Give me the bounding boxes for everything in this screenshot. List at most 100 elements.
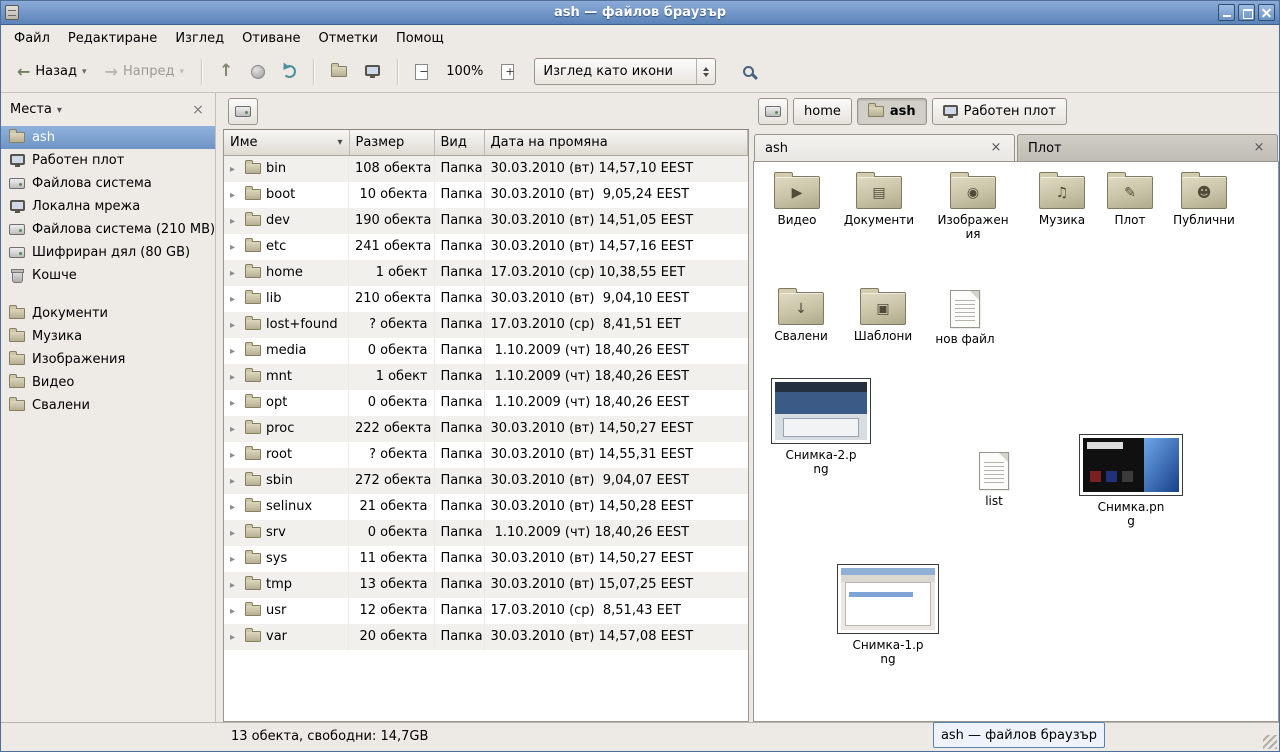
tree-row[interactable]: usr 12 обекта Папка 17.03.2010 (ср) 8,51… — [224, 598, 748, 624]
expander-icon[interactable] — [230, 473, 240, 488]
zoom-in-button[interactable] — [493, 56, 522, 88]
tree-row[interactable]: boot 10 обекта Папка 30.03.2010 (вт) 9,0… — [224, 182, 748, 208]
home-button[interactable] — [323, 56, 355, 88]
tree-row[interactable]: sys 11 обекта Папка 30.03.2010 (вт) 14,5… — [224, 546, 748, 572]
expander-icon[interactable] — [230, 343, 240, 358]
forward-button[interactable]: Напред ▾ — [97, 56, 192, 88]
sidebar-item-documents[interactable]: Документи — [1, 302, 215, 325]
pathbar-root-button[interactable] — [228, 98, 258, 125]
expander-icon[interactable] — [230, 369, 240, 384]
expander-icon[interactable] — [230, 265, 240, 280]
sidebar-item-trash[interactable]: Кошче — [1, 264, 215, 287]
view-mode-select[interactable]: Изглед като икони — [534, 58, 716, 85]
expander-icon[interactable] — [230, 603, 240, 618]
expander-icon[interactable] — [230, 577, 240, 592]
up-button[interactable] — [211, 56, 241, 88]
column-header-size[interactable]: Размер — [349, 130, 434, 155]
path-button-home[interactable]: home — [793, 98, 852, 125]
pathbar-filesystem-button[interactable] — [758, 98, 788, 125]
tab-close-button[interactable] — [1251, 140, 1267, 156]
tree-view[interactable]: Име Размер Вид Дата на промяна bin — [223, 129, 749, 722]
menu-help[interactable]: Помощ — [387, 28, 453, 49]
minimize-button[interactable] — [1218, 4, 1235, 21]
file-item-music[interactable]: ♫ Музика — [1030, 174, 1094, 227]
column-header-type[interactable]: Вид — [434, 130, 484, 155]
tree-row[interactable]: home 1 обект Папка 17.03.2010 (ср) 10,38… — [224, 260, 748, 286]
combo-spinner-icon[interactable] — [696, 59, 715, 84]
places-dropdown-icon[interactable] — [57, 102, 62, 117]
expander-icon[interactable] — [230, 239, 240, 254]
menu-bookmarks[interactable]: Отметки — [309, 28, 386, 49]
expander-icon[interactable] — [230, 395, 240, 410]
close-button[interactable] — [1258, 4, 1275, 21]
resize-grip[interactable] — [1263, 735, 1277, 749]
sidebar-item-ash[interactable]: ash — [1, 126, 215, 149]
computer-button[interactable] — [357, 56, 388, 88]
tree-row[interactable]: dev 190 обекта Папка 30.03.2010 (вт) 14,… — [224, 208, 748, 234]
sidebar-item-encrypted-80gb[interactable]: Шифриран дял (80 GB) — [1, 241, 215, 264]
maximize-button[interactable] — [1238, 4, 1255, 21]
expander-icon[interactable] — [230, 187, 240, 202]
icon-view[interactable]: ▶ Видео ▤ Документи ◉ Изображения ♫ Музи… — [753, 161, 1279, 722]
tree-row[interactable]: bin 108 обекта Папка 30.03.2010 (вт) 14,… — [224, 155, 748, 182]
column-header-date[interactable]: Дата на промяна — [484, 130, 748, 155]
file-item-video[interactable]: ▶ Видео — [762, 174, 832, 227]
path-button-ash[interactable]: ash — [857, 98, 927, 125]
menu-edit[interactable]: Редактиране — [59, 28, 166, 49]
sidebar-item-videos[interactable]: Видео — [1, 371, 215, 394]
menu-go[interactable]: Отиване — [233, 28, 309, 49]
tree-row[interactable]: media 0 обекта Папка 1.10.2009 (чт) 18,4… — [224, 338, 748, 364]
tree-row[interactable]: lost+found ? обекта Папка 17.03.2010 (ср… — [224, 312, 748, 338]
reload-button[interactable] — [275, 56, 304, 88]
tree-row[interactable]: proc 222 обекта Папка 30.03.2010 (вт) 14… — [224, 416, 748, 442]
tree-row[interactable]: srv 0 обекта Папка 1.10.2009 (чт) 18,40,… — [224, 520, 748, 546]
file-item-pictures[interactable]: ◉ Изображения — [934, 174, 1012, 242]
sidebar-item-filesystem[interactable]: Файлова система — [1, 172, 215, 195]
expander-icon[interactable] — [230, 291, 240, 306]
tree-row[interactable]: etc 241 обекта Папка 30.03.2010 (вт) 14,… — [224, 234, 748, 260]
tree-row[interactable]: tmp 13 обекта Папка 30.03.2010 (вт) 15,0… — [224, 572, 748, 598]
file-item-list[interactable]: list — [964, 450, 1024, 508]
expander-icon[interactable] — [230, 499, 240, 514]
column-header-name[interactable]: Име — [224, 130, 349, 155]
sidebar-item-desktop[interactable]: Работен плот — [1, 149, 215, 172]
zoom-out-button[interactable] — [407, 56, 436, 88]
tree-row[interactable]: mnt 1 обект Папка 1.10.2009 (чт) 18,40,2… — [224, 364, 748, 390]
file-item-snimka-1-png[interactable]: Снимка-1.png — [836, 564, 940, 667]
title-bar[interactable]: ash — файлов браузър — [1, 1, 1279, 25]
expander-icon[interactable] — [230, 629, 240, 644]
tab-close-button[interactable] — [988, 140, 1004, 156]
sidebar-item-music[interactable]: Музика — [1, 325, 215, 348]
stop-button[interactable] — [243, 56, 273, 88]
file-item-new-file[interactable]: нов файл — [932, 288, 998, 346]
file-item-templates[interactable]: ▣ Шаблони — [848, 290, 918, 343]
expander-icon[interactable] — [230, 421, 240, 436]
back-history-dropdown-icon[interactable]: ▾ — [82, 67, 87, 77]
file-item-documents[interactable]: ▤ Документи — [838, 174, 920, 227]
menu-view[interactable]: Изглед — [166, 28, 233, 49]
tree-row[interactable]: opt 0 обекта Папка 1.10.2009 (чт) 18,40,… — [224, 390, 748, 416]
sidebar-item-filesystem-210mb[interactable]: Файлова система (210 MB) — [1, 218, 215, 241]
file-item-downloads[interactable]: ↓ Свалени — [768, 290, 834, 343]
tree-row[interactable]: var 20 обекта Папка 30.03.2010 (вт) 14,5… — [224, 624, 748, 650]
tab-plot[interactable]: Плот — [1017, 134, 1278, 161]
expander-icon[interactable] — [230, 525, 240, 540]
tab-ash[interactable]: ash — [754, 134, 1015, 161]
path-button-desktop[interactable]: Работен плот — [932, 98, 1067, 125]
search-button[interactable] — [732, 56, 764, 88]
file-item-snimka-2-png[interactable]: Снимка-2.png — [770, 378, 872, 477]
pane-splitter[interactable] — [216, 93, 223, 722]
expander-icon[interactable] — [230, 317, 240, 332]
sidebar-item-downloads[interactable]: Свалени — [1, 394, 215, 417]
tree-row[interactable]: lib 210 обекта Папка 30.03.2010 (вт) 9,0… — [224, 286, 748, 312]
sidebar-item-pictures[interactable]: Изображения — [1, 348, 215, 371]
expander-icon[interactable] — [230, 447, 240, 462]
tree-row[interactable]: sbin 272 обекта Папка 30.03.2010 (вт) 9,… — [224, 468, 748, 494]
tree-row[interactable]: root ? обекта Папка 30.03.2010 (вт) 14,5… — [224, 442, 748, 468]
tree-row[interactable]: selinux 21 обекта Папка 30.03.2010 (вт) … — [224, 494, 748, 520]
sidebar-item-local-network[interactable]: Локална мрежа — [1, 195, 215, 218]
expander-icon[interactable] — [230, 161, 240, 176]
file-item-snimka-png[interactable]: Снимка.png — [1078, 434, 1184, 529]
sidebar-close-button[interactable] — [190, 102, 206, 118]
file-item-desktop-folder[interactable]: ✎ Плот — [1102, 174, 1158, 227]
